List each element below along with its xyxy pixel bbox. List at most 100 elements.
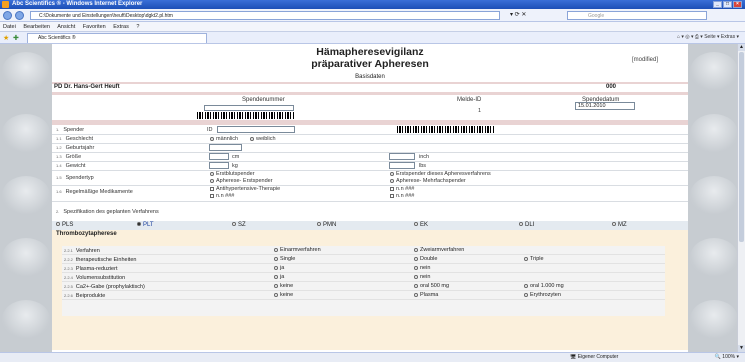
spendertyp-mehrfach-radio[interactable]: Apherese- Mehrfachspender [390, 178, 466, 184]
med-nn-checkbox[interactable]: n.n ### [390, 193, 414, 199]
doctor-id: 000 [606, 84, 617, 90]
option-radio[interactable]: Erythrozyten [524, 291, 561, 300]
section-2-title: 2. Spezifikation des geplanten Verfahrens [56, 209, 159, 215]
melde-id-label: Melde-ID [457, 97, 482, 103]
close-button[interactable]: × [733, 1, 742, 8]
spendennummer-label: Spendenummer [242, 97, 285, 103]
table-row: 2.2.3 Plasma-reduziert ja nein [62, 264, 665, 273]
med-antihypertensive-checkbox[interactable]: Antihypertensive-Therapie [210, 186, 280, 192]
option-radio[interactable]: Zweiarmverfahren [414, 246, 464, 255]
menu-extras[interactable]: Extras [113, 24, 129, 30]
command-bar: ⌂ ▾ ◎ ▾ ⎙ ▾ Seite ▾ Extras ▾ [676, 34, 739, 40]
bg-wave [690, 238, 737, 276]
minimize-button[interactable]: _ [713, 1, 722, 8]
zoom-level[interactable]: 🔍 100% ▾ [715, 353, 739, 362]
tab-bar: ★ ✚ Abc Scientifics ® ⌂ ▾ ◎ ▾ ⎙ ▾ Seite … [0, 32, 745, 44]
scroll-thumb[interactable] [739, 52, 744, 242]
tab-dli[interactable]: DLI [519, 222, 534, 228]
gender-female-radio[interactable]: weiblich [250, 136, 276, 142]
divider [52, 120, 688, 125]
tab-ek[interactable]: EK [414, 222, 428, 228]
unit-kg: kg [232, 163, 238, 169]
med-nn-checkbox[interactable]: n.n ### [390, 186, 414, 192]
print-icon[interactable]: ⎙ ▾ [695, 34, 703, 40]
back-icon[interactable] [3, 11, 12, 20]
unit-cm: cm [232, 154, 240, 160]
table-row: 2.2.5 Ca2+-Gabe (prophylaktisch) keine or… [62, 282, 665, 291]
title-line-2: präparativer Apheresen [311, 58, 429, 70]
option-radio[interactable]: Double [414, 255, 437, 264]
scroll-up-icon[interactable]: ▲ [738, 44, 745, 51]
option-radio[interactable]: nein [414, 264, 430, 273]
spendertyp-erstblut-radio[interactable]: Erstblutspender [210, 171, 255, 177]
vertical-scrollbar[interactable]: ▲ ▼ [737, 44, 745, 352]
maximize-button[interactable]: □ [723, 1, 732, 8]
extras-menu[interactable]: Extras [721, 34, 735, 40]
option-radio[interactable]: nein [414, 273, 430, 282]
divider [52, 82, 688, 84]
menu-datei[interactable]: Datei [3, 24, 16, 30]
form-content: Hämapheresevigilanz präparativer Apheres… [52, 44, 688, 352]
tab-mz[interactable]: MZ [612, 222, 627, 228]
spendedatum-input[interactable]: 15.01.2010 [575, 102, 635, 110]
bg-wave [690, 52, 737, 90]
option-radio[interactable]: ja [274, 273, 284, 282]
menu-favoriten[interactable]: Favoriten [83, 24, 106, 30]
window-title: Abc Scientifics ® - Windows Internet Exp… [12, 1, 143, 7]
window-titlebar: Abc Scientifics ® - Windows Internet Exp… [0, 0, 745, 9]
option-radio[interactable]: keine [274, 291, 293, 300]
option-radio[interactable]: Einarmverfahren [274, 246, 321, 255]
forward-icon[interactable] [15, 11, 24, 20]
option-radio[interactable]: Plasma [414, 291, 438, 300]
url-input[interactable]: C:\Dokumente und Einstellungen\heuft\Des… [30, 11, 500, 20]
row-gewicht: 1.4 Gewicht [56, 163, 86, 169]
option-radio[interactable]: Triple [524, 255, 544, 264]
thrombo-heading: Thrombozytapherese [56, 231, 117, 237]
doctor-name: PD Dr. Hans-Gert Heuft [54, 84, 120, 90]
scroll-down-icon[interactable]: ▼ [738, 345, 745, 352]
refresh-stop-icons[interactable]: ▾ ⟳ ✕ [510, 11, 550, 20]
option-radio[interactable]: ja [274, 264, 284, 273]
row-spender: 1. Spender [56, 127, 85, 133]
spendennummer-barcode [197, 112, 295, 119]
divider [52, 170, 688, 171]
option-radio[interactable]: Single [274, 255, 295, 264]
row-geburtsjahr: 1.2 Geburtsjahr [56, 145, 95, 151]
med-nn-checkbox[interactable]: n.n ### [210, 193, 234, 199]
option-radio[interactable]: keine [274, 282, 293, 291]
spendertyp-apherese-erst-radio[interactable]: Apherese- Erstspender [210, 178, 273, 184]
tab-active[interactable]: Abc Scientifics ® [27, 33, 207, 43]
gewicht-lbs-input[interactable] [389, 162, 415, 169]
tab-pmn[interactable]: PMN [317, 222, 336, 228]
tab-pls[interactable]: PLS [56, 222, 73, 228]
favorites-star-icon[interactable]: ★ [3, 34, 9, 42]
spender-id-input[interactable] [217, 126, 295, 133]
option-radio[interactable]: oral 500 mg [414, 282, 449, 291]
tab-plt[interactable]: PLT [137, 222, 154, 228]
unit-lbs: lbs [419, 163, 427, 169]
home-icon[interactable]: ⌂ ▾ [677, 34, 684, 40]
spender-barcode [397, 126, 495, 133]
add-favorite-icon[interactable]: ✚ [13, 34, 19, 42]
groesse-inch-input[interactable] [389, 153, 415, 160]
basisdaten-label: Basisdaten [355, 74, 385, 80]
menu-help[interactable]: ? [136, 24, 139, 30]
search-input[interactable]: Google [567, 11, 707, 20]
geburtsjahr-input[interactable] [209, 144, 242, 151]
spendennummer-input[interactable] [204, 105, 294, 111]
feeds-icon[interactable]: ◎ ▾ [685, 34, 693, 40]
table-row: 2.2.1 Verfahren Einarmverfahren Zweiarmve… [62, 246, 665, 255]
bg-wave [2, 114, 50, 152]
gender-male-radio[interactable]: männlich [210, 136, 238, 142]
row-medikamente: 1.6 Regelmäßige Medikamente [56, 189, 133, 195]
row-geschlecht: 1.1 Geschlecht [56, 136, 94, 142]
divider [52, 92, 688, 95]
menu-ansicht[interactable]: Ansicht [57, 24, 75, 30]
menu-bearbeiten[interactable]: Bearbeiten [23, 24, 50, 30]
option-radio[interactable]: oral 1.000 mg [524, 282, 564, 291]
groesse-cm-input[interactable] [209, 153, 229, 160]
gewicht-kg-input[interactable] [209, 162, 229, 169]
tab-sz[interactable]: SZ [232, 222, 246, 228]
seite-menu[interactable]: Seite [704, 34, 715, 40]
spendertyp-erst-verfahren-radio[interactable]: Erstspender dieses Apheresverfahrens [390, 171, 491, 177]
